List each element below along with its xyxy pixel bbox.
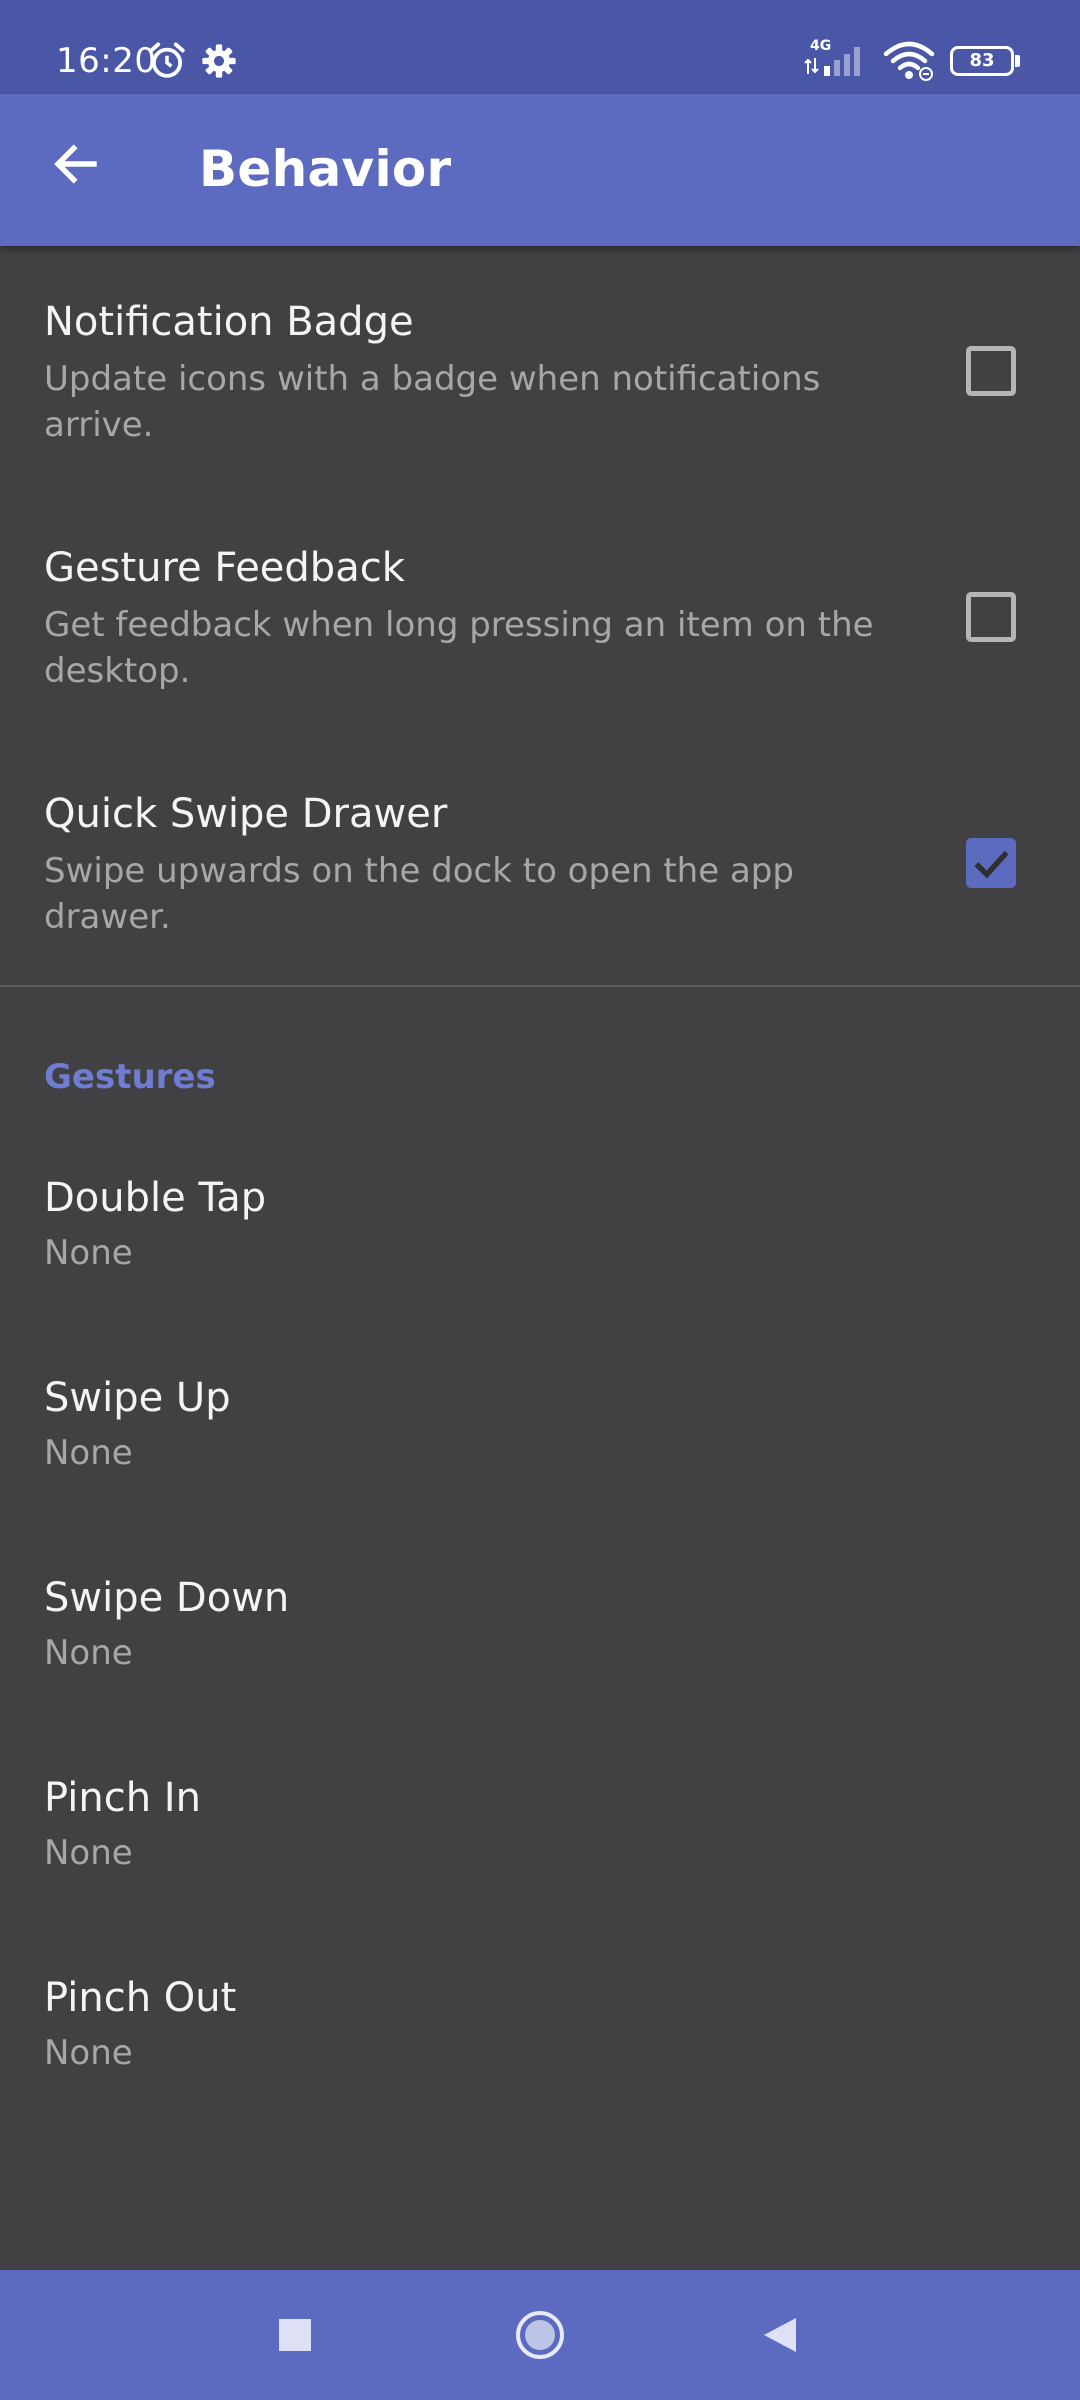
pref-title: Quick Swipe Drawer <box>44 791 448 837</box>
home-button[interactable] <box>495 2290 585 2380</box>
recents-button[interactable] <box>250 2295 340 2375</box>
pref-pinch-out[interactable]: Pinch Out None <box>0 1950 1080 2150</box>
pref-quick-swipe-drawer[interactable]: Quick Swipe Drawer Swipe upwards on the … <box>0 738 1080 984</box>
pref-title: Swipe Down <box>44 1575 290 1621</box>
battery-tip <box>1015 55 1020 67</box>
wifi-icon <box>883 41 935 81</box>
triangle-back-icon <box>764 2318 796 2352</box>
pref-title: Swipe Up <box>44 1375 231 1421</box>
pref-value: None <box>44 1833 133 1873</box>
cellular-signal-icon <box>804 47 860 76</box>
square-recents-icon <box>279 2319 311 2351</box>
notification-badge-checkbox[interactable] <box>966 346 1016 396</box>
pref-pinch-in[interactable]: Pinch In None <box>0 1750 1080 1950</box>
system-back-button[interactable] <box>735 2295 825 2375</box>
arrow-left-icon <box>54 144 97 184</box>
status-time: 16:20 <box>56 41 157 81</box>
battery-icon: 83 <box>950 46 1014 76</box>
pref-value: None <box>44 2033 133 2073</box>
pref-summary: Swipe upwards on the dock to open the ap… <box>44 851 794 937</box>
section-header-gestures: Gestures <box>44 1057 216 1097</box>
pref-value: None <box>44 1633 133 1673</box>
pref-title: Pinch In <box>44 1775 201 1821</box>
circle-home-icon <box>516 2311 564 2359</box>
quick-swipe-drawer-checkbox[interactable] <box>966 838 1016 888</box>
app-bar <box>0 94 1080 246</box>
pref-value: None <box>44 1233 133 1273</box>
pref-value: None <box>44 1433 133 1473</box>
back-button[interactable] <box>34 122 118 206</box>
pref-title: Double Tap <box>44 1175 267 1221</box>
pref-gesture-feedback[interactable]: Gesture Feedback Get feedback when long … <box>0 492 1080 738</box>
pref-double-tap[interactable]: Double Tap None <box>0 1150 1080 1350</box>
pref-notification-badge[interactable]: Notification Badge Update icons with a b… <box>0 246 1080 492</box>
gesture-feedback-checkbox[interactable] <box>966 592 1016 642</box>
alarm-clock-icon <box>149 42 185 78</box>
navigation-bar <box>0 2270 1080 2400</box>
pref-title: Gesture Feedback <box>44 545 405 591</box>
page-title: Behavior <box>199 140 452 198</box>
pref-summary: Get feedback when long pressing an item … <box>44 605 874 691</box>
pref-swipe-up[interactable]: Swipe Up None <box>0 1350 1080 1550</box>
battery-level: 83 <box>969 50 995 71</box>
pref-swipe-down[interactable]: Swipe Down None <box>0 1550 1080 1750</box>
pref-summary: Update icons with a badge when notificat… <box>44 359 821 445</box>
section-divider <box>0 985 1080 987</box>
gear-icon <box>202 44 236 78</box>
checkmark-icon <box>974 850 1009 879</box>
status-bar: 16:20 4G 83 <box>0 0 1080 94</box>
pref-title: Pinch Out <box>44 1975 237 2021</box>
pref-title: Notification Badge <box>44 299 414 345</box>
